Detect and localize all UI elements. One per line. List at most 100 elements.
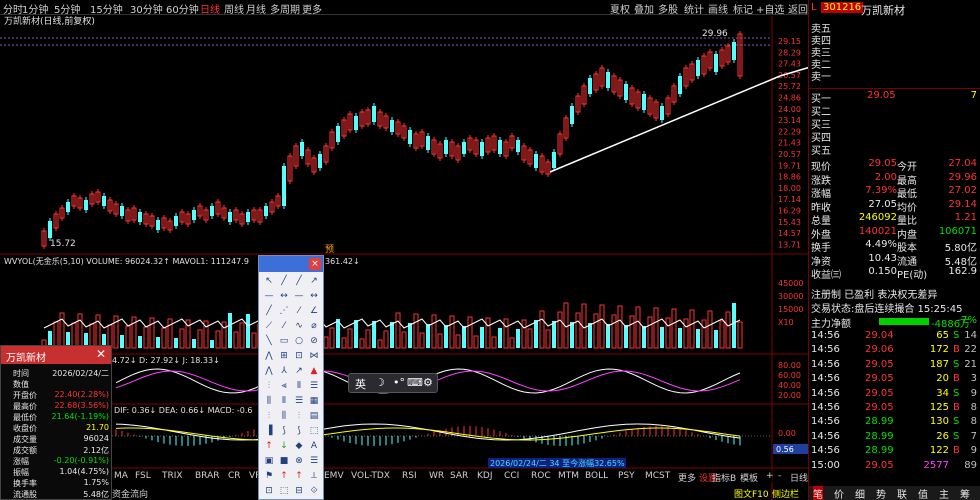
draw-tool-icon[interactable]: ⅄: [277, 364, 291, 378]
draw-tool-icon[interactable]: ↗: [292, 364, 306, 378]
period-4[interactable]: 30分钟: [130, 1, 163, 16]
indicator-tab-12[interactable]: SAR: [450, 471, 468, 481]
draw-tool-icon[interactable]: ⬚: [307, 424, 321, 438]
draw-tool-icon[interactable]: ↗: [307, 274, 321, 288]
draw-tool-icon[interactable]: ↑: [292, 469, 306, 483]
indicator-tab-9[interactable]: VOL-TDX: [351, 471, 390, 481]
quote-tab-0[interactable]: 笔: [813, 486, 823, 500]
f10-link[interactable]: 图文F10: [734, 487, 769, 500]
draw-tool-icon[interactable]: ⫼: [262, 394, 276, 408]
draw-tool-icon[interactable]: ▭: [277, 334, 291, 348]
draw-tool-icon[interactable]: ○: [292, 334, 306, 348]
draw-tool-icon[interactable]: ⊡: [292, 349, 306, 363]
draw-tool-icon[interactable]: ⌀: [307, 319, 321, 333]
draw-tool-icon[interactable]: ⋈: [307, 349, 321, 363]
quote-tab-7[interactable]: 筹: [960, 486, 970, 500]
ime-language[interactable]: 英: [355, 376, 366, 392]
draw-tool-icon[interactable]: ⫶: [262, 379, 276, 393]
punctuation-icon[interactable]: •°: [393, 376, 405, 389]
draw-tool-icon[interactable]: ⟆: [277, 424, 291, 438]
draw-tool-icon[interactable]: ■: [277, 454, 291, 468]
indicator-right-4[interactable]: 日线: [790, 471, 808, 484]
draw-tool-icon[interactable]: ⊘: [307, 334, 321, 348]
period-10[interactable]: 更多: [302, 1, 322, 16]
period-7[interactable]: 周线: [224, 1, 244, 16]
period-2[interactable]: 5分钟: [54, 1, 80, 16]
draw-tool-icon[interactable]: ▲: [307, 364, 321, 378]
fund-flow-link[interactable]: 资金流向: [112, 487, 148, 500]
gear-icon[interactable]: ⚙: [423, 376, 433, 389]
close-icon[interactable]: ✕: [96, 347, 106, 361]
indicator-tab-10[interactable]: RSI: [402, 471, 417, 481]
indicator-tab-11[interactable]: WR: [429, 471, 444, 481]
quote-tab-3[interactable]: 势: [876, 486, 886, 500]
toolbar-right-1[interactable]: 叠加: [634, 1, 654, 16]
toolbar-right-2[interactable]: 多股: [658, 1, 678, 16]
draw-tool-icon[interactable]: ↑: [277, 469, 291, 483]
draw-tool-icon[interactable]: ⋀: [262, 349, 276, 363]
draw-tool-icon[interactable]: ☰: [307, 379, 321, 393]
indicator-tab-3[interactable]: BRAR: [195, 471, 219, 481]
draw-tool-icon[interactable]: ☰: [307, 454, 321, 468]
draw-tool-icon[interactable]: ⋰: [277, 304, 291, 318]
draw-tool-icon[interactable]: ▣: [262, 454, 276, 468]
draw-tool-icon[interactable]: —: [262, 289, 276, 303]
chart-area[interactable]: 万凯新材(日线,前复权) 29.15 28.29 27.43 26.57 25.72 24.…: [0, 15, 936, 500]
indicator-tab-1[interactable]: FSL: [135, 471, 151, 481]
indicator-tab-2[interactable]: TRIX: [162, 471, 183, 481]
toolbar-right-7[interactable]: 返回: [788, 1, 808, 16]
toolbar-right-5[interactable]: 标记: [733, 1, 753, 16]
period-6[interactable]: 日线: [200, 1, 220, 16]
draw-tool-icon[interactable]: ◆: [292, 439, 306, 453]
draw-tool-icon[interactable]: ⟆: [292, 424, 306, 438]
quote-tab-6[interactable]: 主: [939, 486, 949, 500]
indicator-tab-20[interactable]: 更多: [678, 471, 696, 484]
draw-tool-icon[interactable]: ↔: [277, 289, 291, 303]
period-0[interactable]: 分时: [3, 1, 23, 16]
draw-tool-icon[interactable]: ⫷: [277, 379, 291, 393]
draw-tool-icon[interactable]: ∠: [307, 304, 321, 318]
quote-tab-1[interactable]: 价: [834, 486, 844, 500]
sidebar-link[interactable]: 侧边栏: [772, 487, 799, 500]
draw-tool-icon[interactable]: ⟋: [262, 319, 276, 333]
draw-tool-icon[interactable]: ⁄: [292, 304, 306, 318]
quote-tab-2[interactable]: 细: [855, 486, 865, 500]
close-icon[interactable]: ×: [309, 258, 321, 270]
draw-tool-icon[interactable]: ↔: [307, 289, 321, 303]
toolbar-right-6[interactable]: +自选: [756, 1, 784, 16]
draw-tool-icon[interactable]: ▦: [307, 394, 321, 408]
draw-tool-icon[interactable]: ▤: [307, 409, 321, 423]
indicator-right-0[interactable]: 指标B: [712, 471, 736, 484]
draw-tool-icon[interactable]: ⋀: [262, 364, 276, 378]
indicator-tab-0[interactable]: MA: [114, 471, 128, 481]
indicator-tab-14[interactable]: CCI: [504, 471, 519, 481]
draw-tool-icon[interactable]: ⦀: [292, 379, 306, 393]
indicator-tab-16[interactable]: MTM: [558, 471, 579, 481]
quote-tab-5[interactable]: 值: [918, 486, 928, 500]
draw-tool-icon[interactable]: ☰: [292, 394, 306, 408]
draw-tool-icon[interactable]: ⟂: [307, 469, 321, 483]
indicator-right-1[interactable]: 模板: [740, 471, 758, 484]
draw-tool-icon[interactable]: ⚑: [262, 469, 276, 483]
toolbar-right-3[interactable]: 统计: [684, 1, 704, 16]
draw-tool-icon[interactable]: ↑: [262, 439, 276, 453]
draw-tool-icon[interactable]: ╱: [292, 274, 306, 288]
draw-tool-icon[interactable]: ⊞: [277, 349, 291, 363]
indicator-tab-13[interactable]: KDJ: [477, 471, 493, 481]
draw-tool-icon[interactable]: A: [307, 439, 321, 453]
draw-tool-icon[interactable]: ⫶: [292, 409, 306, 423]
draw-tool-icon[interactable]: ↖: [262, 274, 276, 288]
indicator-tab-4[interactable]: CR: [228, 471, 241, 481]
period-8[interactable]: 月线: [246, 1, 266, 16]
indicator-tab-15[interactable]: ROC: [531, 471, 551, 481]
draw-tool-icon[interactable]: ⫼: [277, 409, 291, 423]
indicator-tab-8[interactable]: EMV: [324, 471, 344, 481]
keyboard-icon[interactable]: ⌨: [407, 376, 423, 389]
draw-tool-icon[interactable]: —: [292, 289, 306, 303]
draw-tool-icon[interactable]: ⫶: [262, 409, 276, 423]
period-9[interactable]: 多周期: [270, 1, 300, 16]
indicator-tab-18[interactable]: PSY: [618, 471, 635, 481]
indicator-right-3[interactable]: -: [778, 471, 781, 481]
indicator-right-2[interactable]: +: [766, 471, 774, 481]
quote-tab-4[interactable]: 联: [897, 486, 907, 500]
